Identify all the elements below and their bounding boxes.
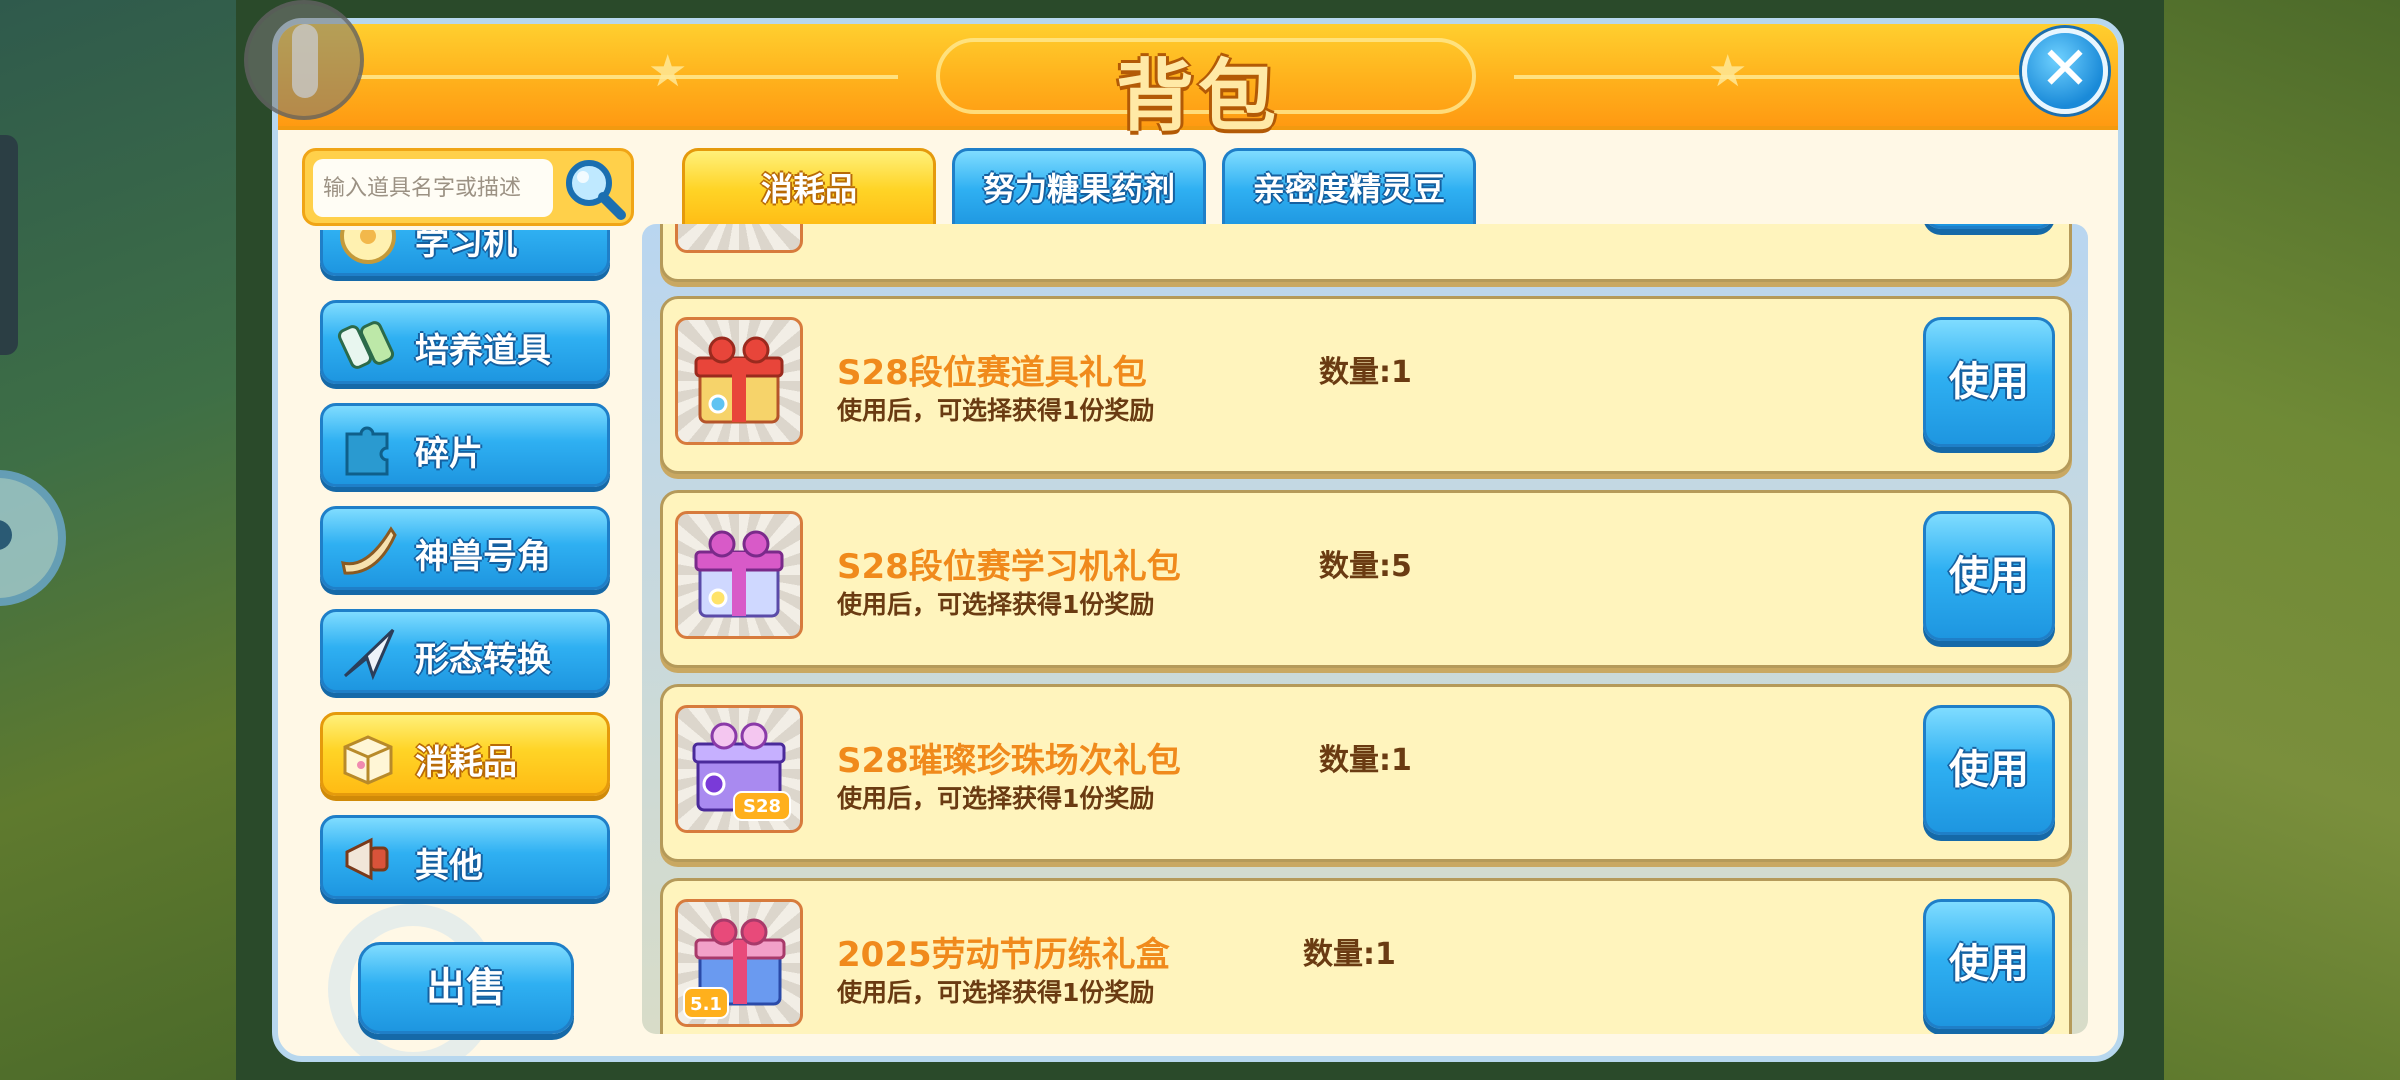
sidebar-item-label: 学习机: [415, 230, 517, 263]
sidebar-item-form-change[interactable]: 形态转换: [320, 609, 610, 693]
item-thumbnail: 5.1: [675, 899, 803, 1027]
use-button[interactable]: 使用: [1923, 317, 2055, 447]
item-description: 使用后，可选择获得1份奖励: [837, 978, 1155, 1007]
sidebar-item-label: 神兽号角: [415, 537, 551, 577]
pearl-gift-icon: S28: [692, 722, 791, 821]
item-description: 使用后，可选择获得1份奖励: [837, 396, 1155, 425]
side-handle: [0, 135, 18, 355]
sidebar-item-label: 其他: [415, 846, 483, 886]
category-sidebar: 学习机 培养道具 碎片 神兽号角 形态转换 消耗品 其他: [312, 230, 612, 930]
item-quantity: 数量:1: [1319, 743, 1412, 778]
panel-header: ★ ★ 背包: [278, 24, 2118, 142]
purple-gift-icon: [694, 530, 784, 618]
sidebar-item-tm[interactable]: 学习机: [320, 230, 610, 276]
use-button[interactable]: 使用: [1923, 705, 2055, 835]
item-list: S28段位赛道具礼包 使用后，可选择获得1份奖励 数量:1 使用 S28段位赛学…: [642, 224, 2088, 1034]
background-right: [2160, 0, 2400, 1080]
labor-day-gift-icon: 5.1: [683, 918, 786, 1019]
item-quantity: 数量:1: [1303, 937, 1396, 972]
sidebar-item-fragments[interactable]: 碎片: [320, 403, 610, 487]
list-item: 5.1 2025劳动节历练礼盒 使用后，可选择获得1份奖励 数量:1 使用: [660, 878, 2072, 1034]
item-description: 使用后，可选择获得1份奖励: [837, 590, 1155, 619]
item-thumbnail: [675, 317, 803, 445]
use-button[interactable]: 使用: [1923, 511, 2055, 641]
item-quantity: 数量:1: [1319, 355, 1412, 390]
backpack-panel: ★ ★ 背包 学习机 培养道具: [272, 18, 2124, 1062]
tab-intimacy-beans[interactable]: 亲密度精灵豆: [1222, 148, 1476, 228]
tab-consumables[interactable]: 消耗品: [682, 148, 936, 228]
item-thumbnail: S28: [675, 705, 803, 833]
search-input[interactable]: [313, 159, 553, 217]
s28-badge: S28: [743, 796, 781, 817]
sidebar-item-label: 形态转换: [415, 640, 551, 680]
list-item: S28段位赛道具礼包 使用后，可选择获得1份奖励 数量:1 使用: [660, 296, 2072, 474]
potion-icon: [337, 321, 395, 369]
list-item: S28 S28璀璨珍珠场次礼包 使用后，可选择获得1份奖励 数量:1 使用: [660, 684, 2072, 862]
item-name: S28璀璨珍珠场次礼包: [837, 741, 1181, 781]
item-thumbnail: [675, 224, 803, 253]
close-button[interactable]: ✕: [2022, 28, 2108, 114]
sidebar-item-horn[interactable]: 神兽号角: [320, 506, 610, 590]
sidebar-item-label: 消耗品: [415, 743, 517, 783]
puzzle-icon: [345, 426, 389, 476]
page-title: 背包: [1115, 52, 1280, 142]
disc-icon: [340, 230, 396, 264]
red-gift-icon: [694, 336, 784, 424]
sidebar-item-other[interactable]: 其他: [320, 815, 610, 899]
sidebar-item-consumables[interactable]: 消耗品: [320, 712, 610, 796]
plane-icon: [343, 628, 395, 681]
rocket-icon: [244, 0, 364, 120]
box-icon: [343, 735, 393, 785]
search-icon[interactable]: [561, 155, 629, 223]
sidebar-item-training[interactable]: 培养道具: [320, 300, 610, 384]
list-item: S28段位赛学习机礼包 使用后，可选择获得1份奖励 数量:5 使用: [660, 490, 2072, 668]
item-name: 2025劳动节历练礼盒: [837, 935, 1170, 975]
horn-icon: [341, 526, 397, 575]
tab-effort-candy[interactable]: 努力糖果药剂: [952, 148, 1206, 228]
use-button[interactable]: 使用: [1923, 899, 2055, 1029]
item-quantity: 数量:5: [1319, 549, 1412, 584]
item-name: S28段位赛道具礼包: [837, 353, 1147, 393]
list-item: [660, 224, 2072, 282]
labor-day-badge: 5.1: [690, 994, 722, 1015]
sidebar-item-label: 碎片: [415, 434, 483, 474]
sidebar-item-label: 培养道具: [415, 331, 551, 371]
item-name: S28段位赛学习机礼包: [837, 547, 1181, 587]
search-box: [302, 148, 634, 226]
use-button[interactable]: [1923, 224, 2055, 229]
sell-button[interactable]: 出售: [358, 942, 574, 1034]
megaphone-icon: [345, 837, 389, 881]
item-thumbnail: [675, 511, 803, 639]
item-description: 使用后，可选择获得1份奖励: [837, 784, 1155, 813]
